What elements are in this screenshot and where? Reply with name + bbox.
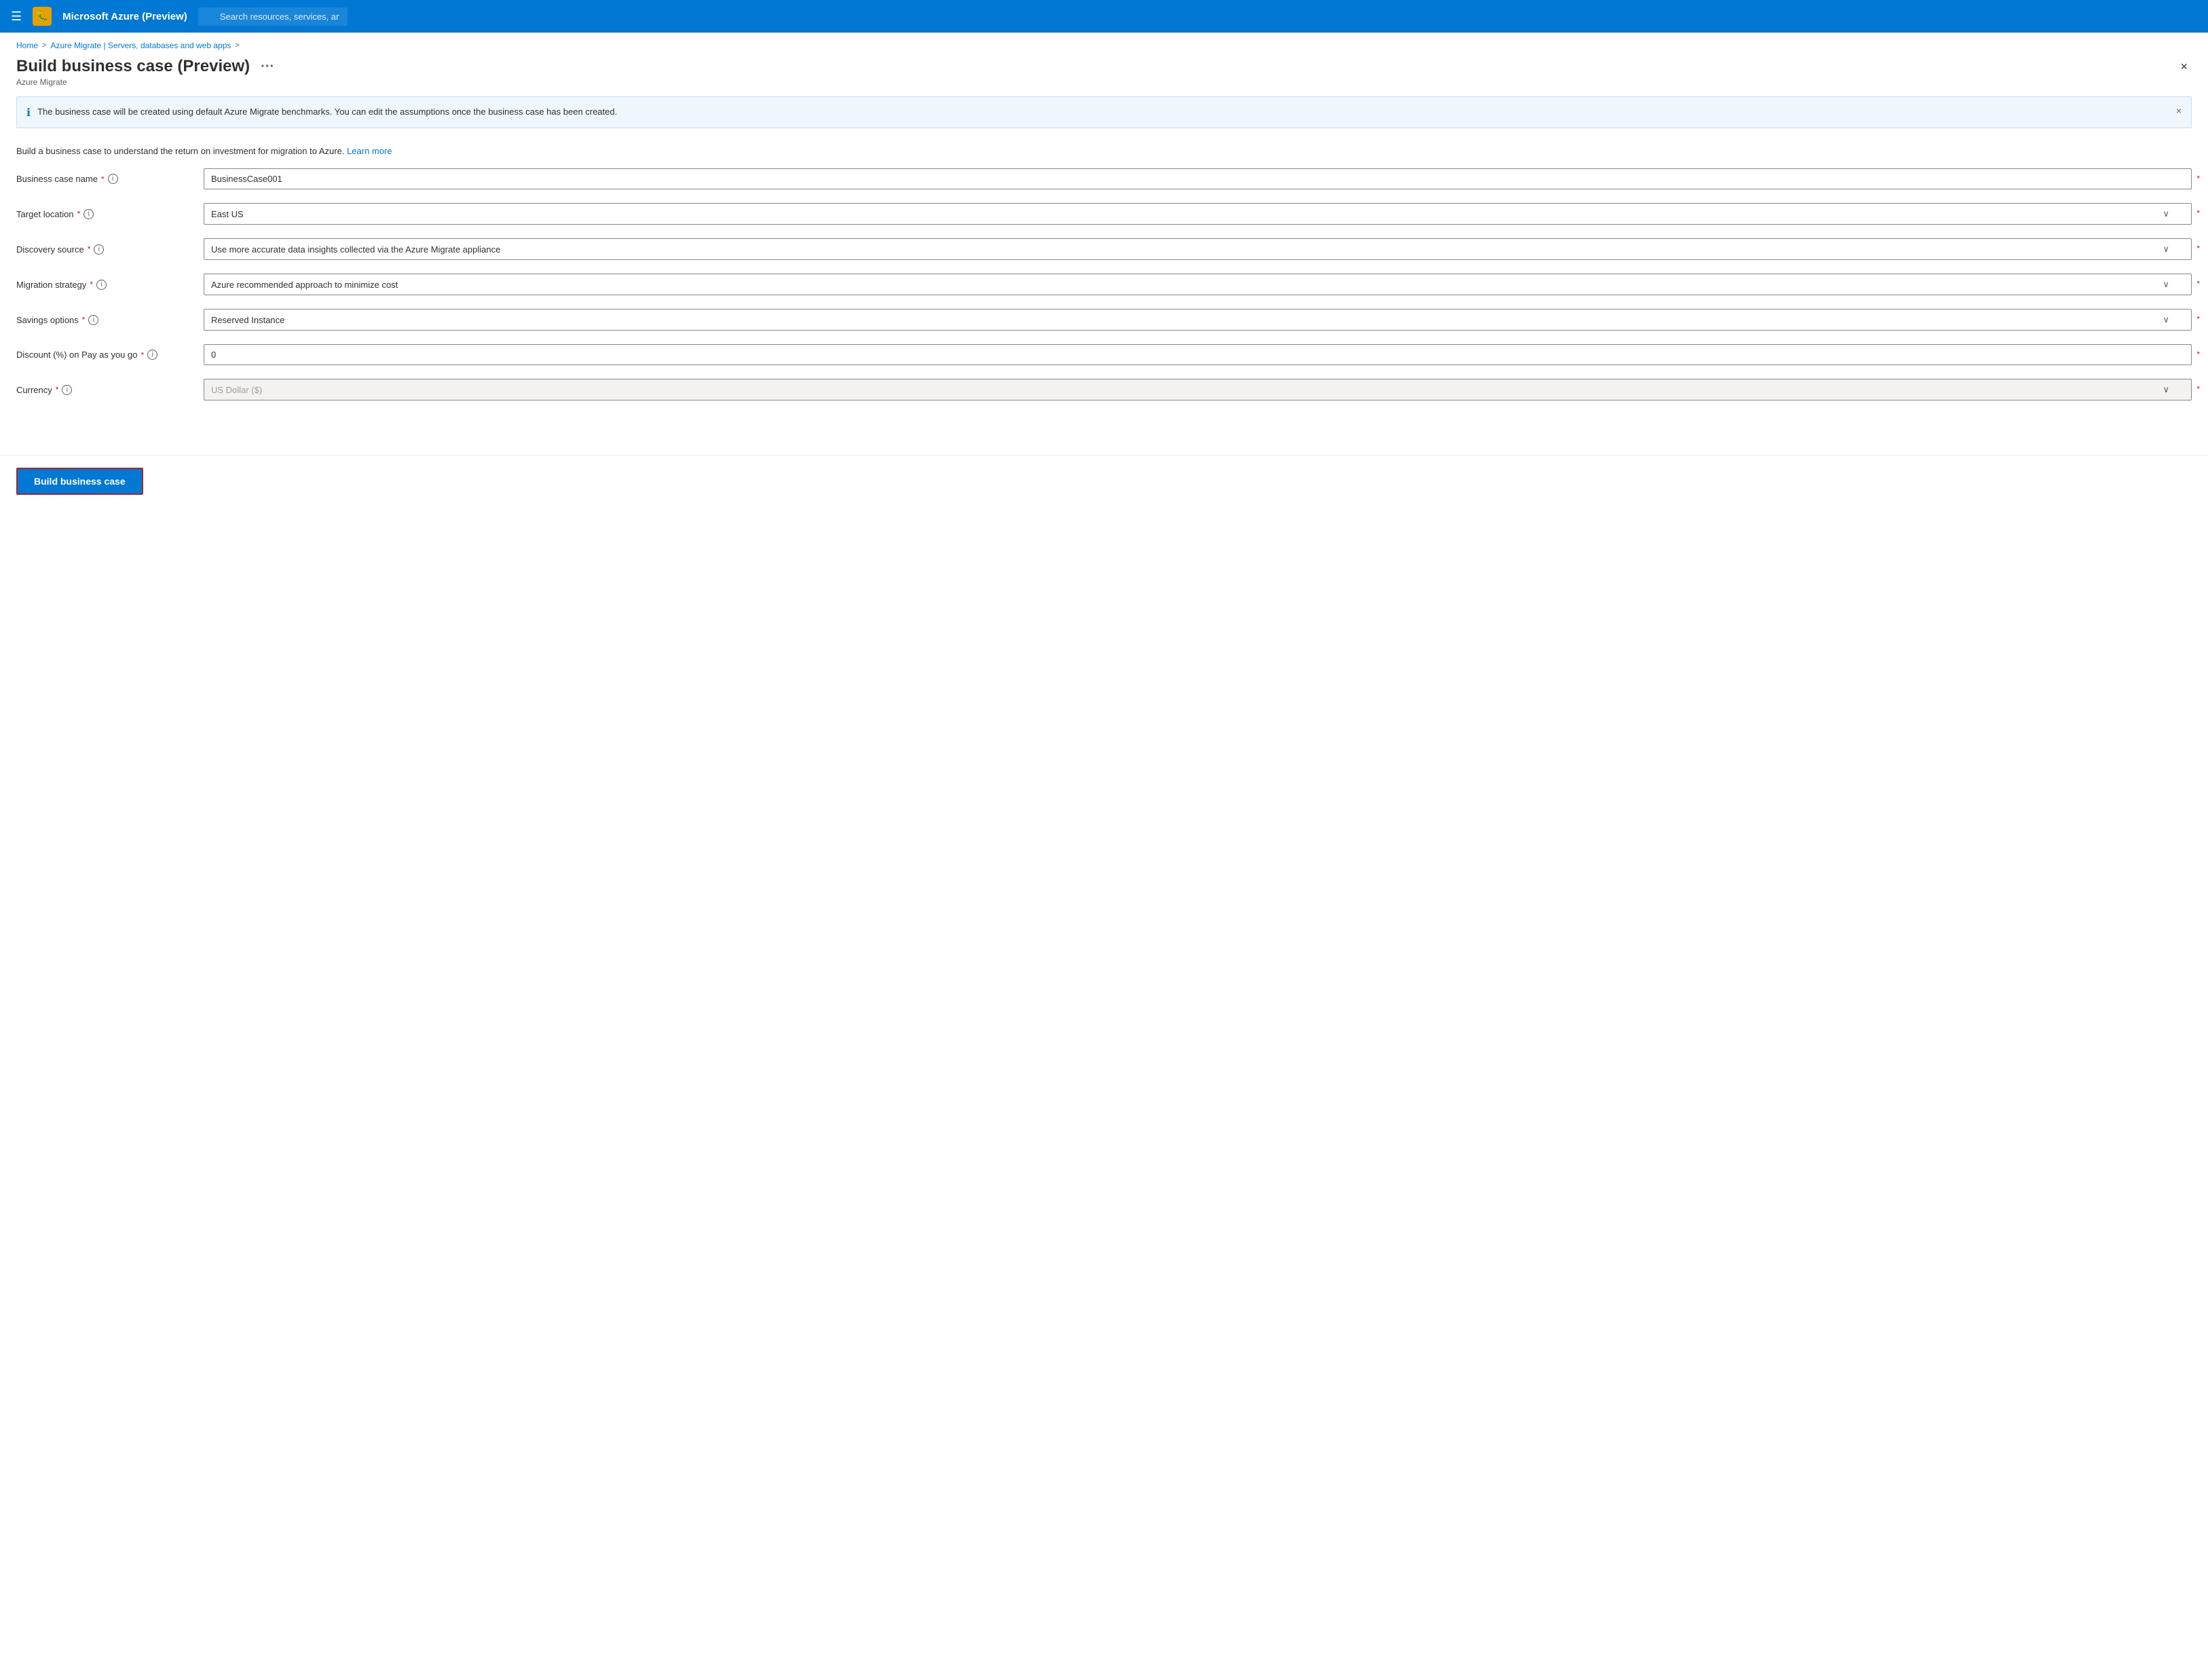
breadcrumb: Home > Azure Migrate | Servers, database… xyxy=(0,33,2208,50)
control-wrap-migration-strategy: Azure recommended approach to minimize c… xyxy=(204,274,2192,295)
label-text-discovery-source: Discovery source xyxy=(16,244,84,255)
breadcrumb-sep-2: > xyxy=(235,41,239,50)
form-row-business-case-name: Business case name * i * xyxy=(16,168,2192,189)
label-savings-options: Savings options * i xyxy=(16,315,193,325)
control-wrap-business-case-name: * xyxy=(204,168,2192,189)
control-wrap-currency: US Dollar ($) ∨ * xyxy=(204,379,2192,400)
breadcrumb-home[interactable]: Home xyxy=(16,41,38,50)
req-star-right-3: * xyxy=(2196,244,2200,253)
form-row-migration-strategy: Migration strategy * i Azure recommended… xyxy=(16,274,2192,295)
label-text-target-location: Target location xyxy=(16,209,74,219)
business-case-name-input[interactable] xyxy=(204,168,2192,189)
discovery-source-select[interactable]: Use more accurate data insights collecte… xyxy=(204,238,2192,260)
migration-strategy-select[interactable]: Azure recommended approach to minimize c… xyxy=(204,274,2192,295)
info-circle-1[interactable]: i xyxy=(108,174,118,184)
search-input[interactable] xyxy=(198,7,348,26)
control-wrap-discovery-source: Use more accurate data insights collecte… xyxy=(204,238,2192,260)
req-star-right-2: * xyxy=(2196,208,2200,218)
main-panel: Home > Azure Migrate | Servers, database… xyxy=(0,33,2208,1680)
form-row-discount: Discount (%) on Pay as you go * i * xyxy=(16,344,2192,365)
info-circle-5[interactable]: i xyxy=(88,315,98,325)
info-circle-4[interactable]: i xyxy=(96,280,107,290)
label-text-business-case-name: Business case name xyxy=(16,174,98,184)
info-circle-2[interactable]: i xyxy=(83,209,94,219)
target-location-chevron: ∨ xyxy=(2163,208,2169,219)
info-banner: ℹ The business case will be created usin… xyxy=(16,96,2192,128)
savings-options-value: Reserved Instance xyxy=(211,315,284,325)
label-text-migration-strategy: Migration strategy xyxy=(16,280,86,290)
label-migration-strategy: Migration strategy * i xyxy=(16,280,193,290)
control-wrap-savings-options: Reserved Instance ∨ * xyxy=(204,309,2192,331)
label-text-currency: Currency xyxy=(16,385,52,395)
form-row-discovery-source: Discovery source * i Use more accurate d… xyxy=(16,238,2192,260)
hamburger-icon: ☰ xyxy=(11,10,22,24)
form-row-currency: Currency * i US Dollar ($) ∨ * xyxy=(16,379,2192,400)
required-star-2: * xyxy=(77,209,81,219)
search-wrap: 🔍 xyxy=(198,7,348,26)
control-wrap-target-location: East US ∨ * xyxy=(204,203,2192,225)
info-circle-6[interactable]: i xyxy=(147,350,157,360)
panel-more-button[interactable]: ··· xyxy=(257,58,278,76)
control-wrap-discount: * xyxy=(204,344,2192,365)
label-target-location: Target location * i xyxy=(16,209,193,219)
azure-bug-icon: 🐛 xyxy=(33,7,52,26)
form-row-target-location: Target location * i East US ∨ * xyxy=(16,203,2192,225)
required-star-7: * xyxy=(56,385,59,394)
req-star-right-6: * xyxy=(2196,350,2200,359)
discount-input[interactable] xyxy=(204,344,2192,365)
currency-value: US Dollar ($) xyxy=(211,385,262,395)
target-location-value: East US xyxy=(211,209,244,219)
panel-title-text: Build business case (Preview) xyxy=(16,57,250,76)
required-star-3: * xyxy=(88,244,91,254)
app-title: Microsoft Azure (Preview) xyxy=(62,11,187,22)
bottom-bar: Build business case xyxy=(0,455,2208,507)
currency-select[interactable]: US Dollar ($) ∨ xyxy=(204,379,2192,400)
learn-more-link[interactable]: Learn more xyxy=(347,146,392,156)
panel-title-row: Build business case (Preview) ··· xyxy=(16,57,278,76)
discovery-source-chevron: ∨ xyxy=(2163,244,2169,255)
build-business-case-button[interactable]: Build business case xyxy=(16,468,143,495)
required-star-1: * xyxy=(101,174,105,184)
required-star-4: * xyxy=(90,280,93,289)
info-banner-text: The business case will be created using … xyxy=(37,105,617,119)
migration-strategy-chevron: ∨ xyxy=(2163,279,2169,290)
info-circle-3[interactable]: i xyxy=(94,244,104,255)
label-business-case-name: Business case name * i xyxy=(16,174,193,184)
info-circle-7[interactable]: i xyxy=(62,385,72,395)
info-banner-close[interactable]: × xyxy=(2176,105,2182,116)
label-discovery-source: Discovery source * i xyxy=(16,244,193,255)
label-discount: Discount (%) on Pay as you go * i xyxy=(16,350,193,360)
panel-title-block: Build business case (Preview) ··· Azure … xyxy=(16,57,278,87)
target-location-select[interactable]: East US ∨ xyxy=(204,203,2192,225)
form-row-savings-options: Savings options * i Reserved Instance ∨ … xyxy=(16,309,2192,331)
req-star-right-1: * xyxy=(2196,174,2200,183)
info-icon: ℹ xyxy=(26,106,31,119)
label-text-discount: Discount (%) on Pay as you go xyxy=(16,350,137,360)
label-currency: Currency * i xyxy=(16,385,193,395)
breadcrumb-azure-migrate[interactable]: Azure Migrate | Servers, databases and w… xyxy=(50,41,231,50)
hamburger-menu[interactable]: ☰ xyxy=(11,10,22,24)
panel-header: Build business case (Preview) ··· Azure … xyxy=(0,50,2208,90)
panel-subtitle: Azure Migrate xyxy=(16,77,278,87)
req-star-right-4: * xyxy=(2196,279,2200,288)
header-right: × xyxy=(2171,57,2192,77)
panel-close-button[interactable]: × xyxy=(2176,57,2192,77)
info-banner-left: ℹ The business case will be created usin… xyxy=(26,105,617,119)
discovery-source-value: Use more accurate data insights collecte… xyxy=(211,244,500,255)
required-star-6: * xyxy=(141,350,144,360)
savings-options-chevron: ∨ xyxy=(2163,314,2169,325)
req-star-right-5: * xyxy=(2196,314,2200,324)
req-star-right-7: * xyxy=(2196,384,2200,394)
breadcrumb-sep-1: > xyxy=(42,41,46,50)
form-area: Business case name * i * Target location… xyxy=(0,163,2208,428)
currency-chevron: ∨ xyxy=(2163,384,2169,395)
migration-strategy-value: Azure recommended approach to minimize c… xyxy=(211,280,398,290)
topbar: ☰ 🐛 Microsoft Azure (Preview) 🔍 xyxy=(0,0,2208,33)
required-star-5: * xyxy=(82,315,86,324)
savings-options-select[interactable]: Reserved Instance ∨ xyxy=(204,309,2192,331)
description-text: Build a business case to understand the … xyxy=(16,146,344,156)
description-line: Build a business case to understand the … xyxy=(0,135,2208,163)
label-text-savings-options: Savings options xyxy=(16,315,79,325)
